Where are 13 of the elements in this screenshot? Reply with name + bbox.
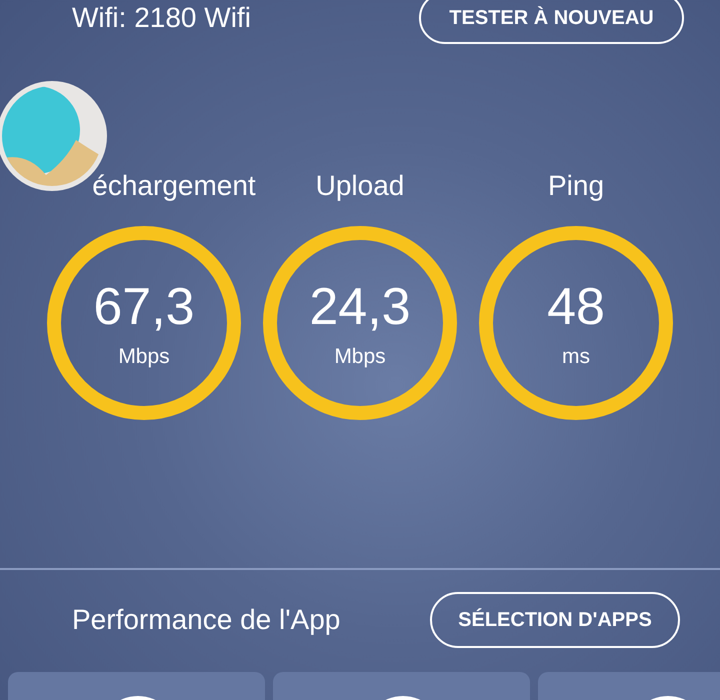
retest-button[interactable]: TESTER À NOUVEAU bbox=[419, 0, 684, 44]
section-title: Performance de l'App bbox=[72, 604, 340, 636]
metric-unit: Mbps bbox=[334, 345, 386, 369]
network-name: Wifi: 2180 Wifi bbox=[72, 2, 251, 34]
select-apps-button[interactable]: SÉLECTION D'APPS bbox=[430, 592, 680, 648]
metric-label: Upload bbox=[316, 170, 404, 203]
metric-unit: Mbps bbox=[118, 345, 170, 369]
metric-value: 48 bbox=[547, 277, 605, 337]
metric-value: 24,3 bbox=[309, 277, 411, 337]
metric-label: Ping bbox=[548, 170, 604, 203]
metric-label: échargement bbox=[91, 170, 256, 203]
metric-value: 67,3 bbox=[93, 277, 195, 337]
metric-unit: ms bbox=[562, 345, 590, 369]
